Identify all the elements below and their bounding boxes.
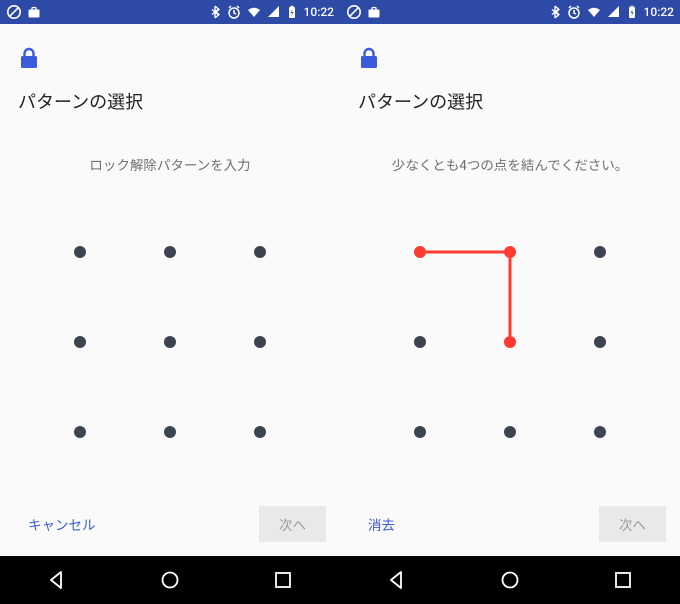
briefcase-icon xyxy=(26,4,42,20)
pattern-dot[interactable] xyxy=(414,246,426,258)
no-disturb-icon xyxy=(6,4,22,20)
pattern-dot[interactable] xyxy=(164,246,176,258)
wifi-icon xyxy=(246,4,262,20)
pattern-dot[interactable] xyxy=(254,246,266,258)
lock-icon xyxy=(358,46,662,74)
battery-icon xyxy=(624,4,638,20)
pattern-dot[interactable] xyxy=(254,336,266,348)
bluetooth-icon xyxy=(548,4,562,20)
pattern-dot[interactable] xyxy=(504,336,516,348)
pattern-grid[interactable] xyxy=(384,216,636,468)
button-row: 消去 次へ xyxy=(340,496,680,556)
pattern-dot[interactable] xyxy=(254,426,266,438)
instruction-text: 少なくとも4つの点を結んでください。 xyxy=(358,154,662,174)
page-title: パターンの選択 xyxy=(358,88,662,114)
nav-home-icon[interactable] xyxy=(498,568,522,592)
pattern-dot[interactable] xyxy=(504,246,516,258)
screen-right: 10:22 パターンの選択 少なくとも4つの点を結んでください。 消去 次へ xyxy=(340,0,680,604)
wifi-icon xyxy=(586,4,602,20)
status-time: 10:22 xyxy=(644,5,674,19)
pattern-dot[interactable] xyxy=(74,246,86,258)
screen-left: 10:22 パターンの選択 ロック解除パターンを入力 キャンセル 次へ xyxy=(0,0,340,604)
alarm-icon xyxy=(566,4,582,20)
pattern-dot[interactable] xyxy=(414,426,426,438)
nav-recent-icon[interactable] xyxy=(611,568,635,592)
briefcase-icon xyxy=(366,4,382,20)
pattern-grid[interactable] xyxy=(44,216,296,468)
no-disturb-icon xyxy=(346,4,362,20)
signal-icon xyxy=(266,4,280,20)
pattern-dot[interactable] xyxy=(414,336,426,348)
nav-bar xyxy=(0,556,340,604)
nav-back-icon[interactable] xyxy=(385,568,409,592)
status-bar: 10:22 xyxy=(0,0,340,24)
status-bar: 10:22 xyxy=(340,0,680,24)
cancel-button[interactable]: キャンセル xyxy=(14,506,110,542)
instruction-text: ロック解除パターンを入力 xyxy=(18,154,322,174)
pattern-dot[interactable] xyxy=(594,426,606,438)
pattern-dot[interactable] xyxy=(504,426,516,438)
pattern-dot[interactable] xyxy=(74,426,86,438)
nav-bar xyxy=(340,556,680,604)
lock-icon xyxy=(18,46,322,74)
pattern-dot[interactable] xyxy=(594,246,606,258)
clear-button[interactable]: 消去 xyxy=(354,506,409,542)
pattern-dot[interactable] xyxy=(74,336,86,348)
bluetooth-icon xyxy=(208,4,222,20)
pattern-dot[interactable] xyxy=(594,336,606,348)
status-time: 10:22 xyxy=(304,5,334,19)
pattern-dot[interactable] xyxy=(164,426,176,438)
signal-icon xyxy=(606,4,620,20)
alarm-icon xyxy=(226,4,242,20)
battery-icon xyxy=(284,4,298,20)
nav-recent-icon[interactable] xyxy=(271,568,295,592)
button-row: キャンセル 次へ xyxy=(0,496,340,556)
nav-back-icon[interactable] xyxy=(45,568,69,592)
page-title: パターンの選択 xyxy=(18,88,322,114)
nav-home-icon[interactable] xyxy=(158,568,182,592)
next-button[interactable]: 次へ xyxy=(259,506,326,542)
pattern-dot[interactable] xyxy=(164,336,176,348)
next-button[interactable]: 次へ xyxy=(599,506,666,542)
